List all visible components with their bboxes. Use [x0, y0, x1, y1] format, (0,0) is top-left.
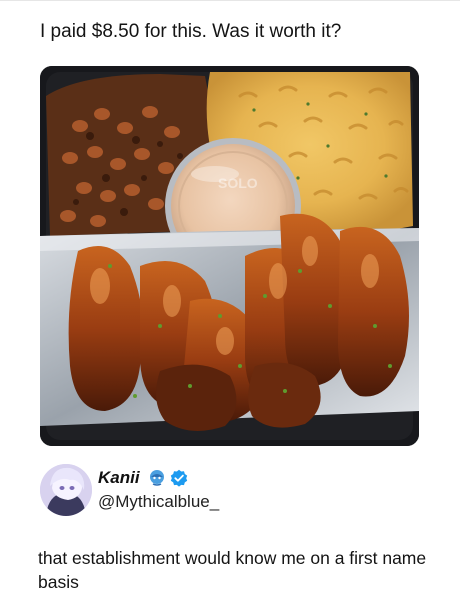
top-divider — [0, 0, 460, 1]
verified-badge-icon — [170, 469, 188, 487]
food-photo-illustration: SOLO — [40, 66, 419, 446]
post-caption: I paid $8.50 for this. Was it worth it? — [40, 21, 342, 42]
author-display-name[interactable]: Kanii — [98, 468, 140, 488]
reply-author-row: Kanii @Mythicalblue_ — [40, 464, 420, 520]
food-plate-photo[interactable]: SOLO — [40, 66, 419, 446]
avatar[interactable] — [40, 464, 92, 516]
author-handle[interactable]: @Mythicalblue_ — [98, 492, 219, 512]
avatar-illustration — [40, 464, 92, 516]
author-badges — [148, 468, 188, 488]
emoji-badge-icon — [148, 469, 166, 487]
reply-text: that establishment would know me on a fi… — [38, 548, 427, 592]
cup-lid-text: SOLO — [218, 175, 258, 191]
